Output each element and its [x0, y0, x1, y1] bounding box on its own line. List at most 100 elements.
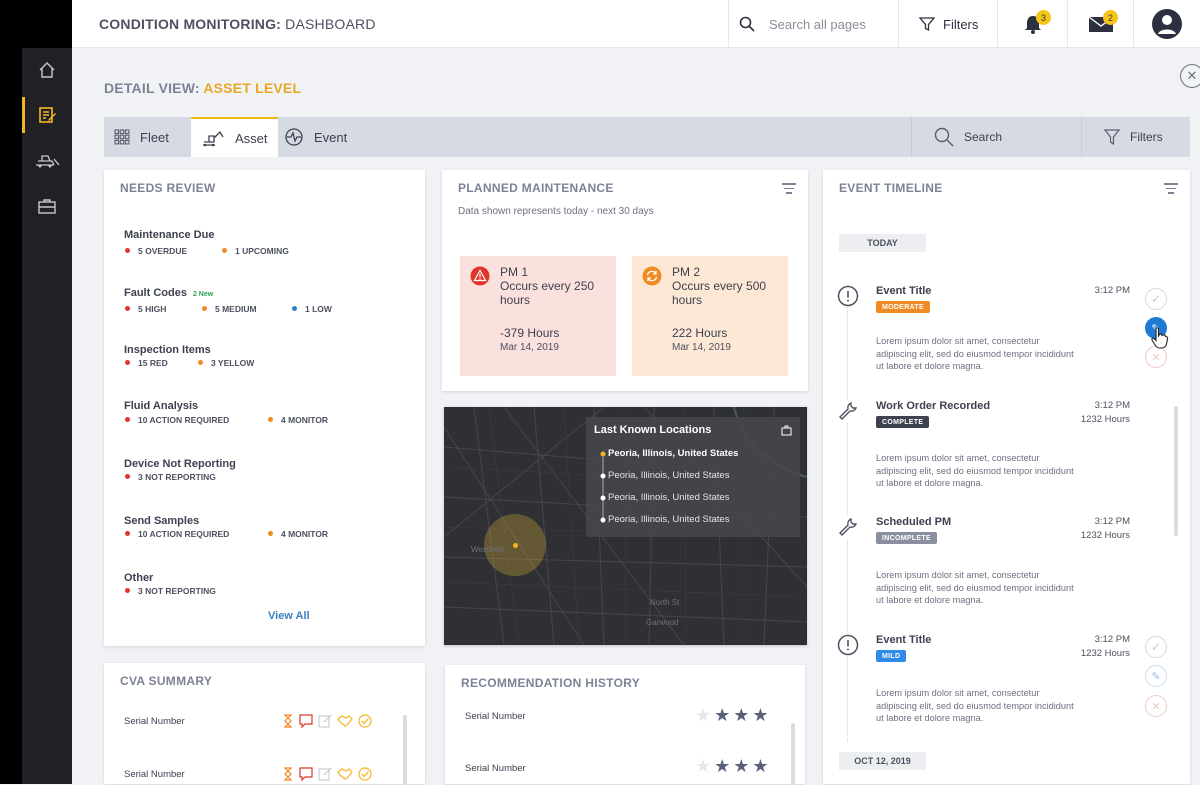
sidebar-item-reports[interactable]: [22, 93, 72, 137]
hourglass-icon: [284, 767, 292, 781]
timeline-scrollbar[interactable]: [1174, 406, 1178, 536]
warning-icon: [470, 266, 490, 291]
date-divider: OCT 12, 2019: [839, 752, 926, 770]
star-icon: ★: [695, 756, 715, 776]
edit-document-icon: [39, 107, 56, 123]
review-stat: 4 MONITOR: [268, 529, 328, 539]
excavator-icon: [201, 129, 225, 147]
search-icon: [739, 16, 755, 32]
location-item[interactable]: Peoria, Illinois, United States: [608, 448, 738, 459]
review-item-maintenance-due[interactable]: Maintenance Due: [124, 225, 214, 243]
check-icon: ✓: [1150, 640, 1162, 654]
star-rating: ★★★★: [695, 756, 772, 777]
tab-asset[interactable]: Asset: [191, 117, 278, 157]
check-icon: ✓: [1150, 292, 1162, 306]
location-item[interactable]: Peoria, Illinois, United States: [608, 492, 729, 503]
serial-number-label: Serial Number: [124, 769, 185, 780]
messages-count-badge: 2: [1103, 10, 1118, 25]
cva-status-icons: [282, 767, 372, 781]
review-item-send-samples[interactable]: Send Samples: [124, 511, 199, 529]
tab-event[interactable]: Event: [278, 117, 378, 157]
notifications-button[interactable]: 3: [997, 0, 1067, 48]
review-item-fluid-analysis[interactable]: Fluid Analysis: [124, 396, 198, 414]
wrench-icon: [837, 516, 859, 538]
approve-button[interactable]: ✓: [1145, 288, 1167, 310]
user-avatar-button[interactable]: [1133, 0, 1200, 48]
needs-review-card: NEEDS REVIEW Maintenance Due 5 OVERDUE 1…: [104, 170, 425, 646]
messages-button[interactable]: 2: [1067, 0, 1133, 48]
card-menu-button[interactable]: [1164, 180, 1178, 197]
comment-icon: [299, 714, 313, 728]
pm-card-1[interactable]: PM 1 Occurs every 250 hours -379 Hours Ma…: [460, 256, 616, 376]
review-item-device-not-reporting[interactable]: Device Not Reporting: [124, 454, 236, 472]
sidebar-item-equipment[interactable]: [22, 138, 72, 182]
approve-button[interactable]: ✓: [1145, 636, 1167, 658]
planned-maintenance-subtitle: Data shown represents today - next 30 da…: [458, 206, 654, 217]
top-header: CONDITION MONITORING: DASHBOARD Search a…: [72, 0, 1200, 48]
cva-scrollbar[interactable]: [403, 715, 407, 785]
grid-icon: [114, 129, 130, 145]
sidebar-item-portfolio[interactable]: [22, 184, 72, 228]
map-label: North St: [650, 598, 680, 607]
review-stat: 3 NOT REPORTING: [125, 472, 216, 482]
view-all-link[interactable]: View All: [268, 610, 310, 622]
left-rail: [0, 0, 22, 784]
check-circle-icon: [358, 767, 372, 781]
card-menu-button[interactable]: [782, 180, 796, 197]
serial-number-label: Serial Number: [465, 711, 526, 722]
needs-review-title: NEEDS REVIEW: [120, 181, 216, 195]
recommendation-history-title: RECOMMENDATION HISTORY: [461, 676, 641, 690]
edit-icon: [318, 767, 332, 781]
star-icon: ★: [733, 705, 753, 725]
expand-icon[interactable]: [781, 423, 792, 441]
hand-pointer-icon: [1151, 327, 1169, 349]
dismiss-button[interactable]: ✕: [1145, 346, 1167, 368]
close-icon: ✕: [1151, 351, 1161, 364]
header-filters-button[interactable]: Filters: [898, 0, 997, 48]
review-item-other[interactable]: Other: [124, 568, 153, 586]
location-item[interactable]: Peoria, Illinois, United States: [608, 514, 729, 525]
review-item-inspection-items[interactable]: Inspection Items: [124, 340, 211, 358]
location-map[interactable]: Westfield Garwood North St Last Known Lo…: [444, 407, 807, 645]
wrench-icon: [837, 400, 859, 422]
alert-circle-icon: [837, 634, 859, 656]
tab-filters-button[interactable]: Filters: [1081, 117, 1190, 157]
star-icon: ★: [695, 705, 715, 725]
review-stat: 3 YELLOW: [198, 358, 254, 368]
status-badge: MILD: [876, 650, 907, 662]
dismiss-button[interactable]: ✕: [1145, 695, 1167, 717]
review-stat: 5 MEDIUM: [202, 304, 257, 314]
cva-summary-card: CVA SUMMARY Serial Number Serial Number: [104, 663, 425, 785]
handshake-icon: [337, 715, 353, 727]
search-placeholder: Search all pages: [769, 16, 866, 32]
edit-button[interactable]: ✎: [1145, 665, 1167, 687]
tab-fleet[interactable]: Fleet: [104, 117, 191, 157]
map-label: Garwood: [646, 618, 679, 627]
comment-icon: [299, 767, 313, 781]
close-icon: ✕: [1186, 68, 1198, 83]
review-stat: 1 UPCOMING: [222, 246, 289, 256]
app-title: CONDITION MONITORING: DASHBOARD: [99, 16, 376, 32]
pm-card-2[interactable]: PM 2 Occurs every 500 hours 222 Hours Mar…: [632, 256, 788, 376]
global-search-input[interactable]: Search all pages: [728, 0, 898, 48]
status-badge: MODERATE: [876, 301, 930, 313]
sidebar-top: [22, 0, 72, 48]
recommendation-scrollbar[interactable]: [791, 723, 795, 785]
edit-icon: [318, 714, 332, 728]
review-item-fault-codes[interactable]: Fault Codes 2 New: [124, 283, 213, 301]
location-marker[interactable]: [513, 543, 518, 548]
planned-maintenance-card: PLANNED MAINTENANCE Data shown represent…: [442, 170, 808, 391]
tab-search-input[interactable]: Search: [911, 117, 1081, 157]
location-item[interactable]: Peoria, Illinois, United States: [608, 470, 729, 481]
sidebar-item-home[interactable]: [22, 48, 72, 92]
serial-number-label: Serial Number: [124, 716, 185, 727]
handshake-icon: [337, 768, 353, 780]
refresh-icon: [642, 266, 662, 291]
star-icon: ★: [733, 756, 753, 776]
review-stat: 5 HIGH: [125, 304, 166, 314]
close-detail-button[interactable]: ✕: [1180, 64, 1200, 88]
today-divider: TODAY: [839, 234, 926, 252]
review-stat: 4 MONITOR: [268, 415, 328, 425]
review-stat: 15 RED: [125, 358, 168, 368]
sidebar: [22, 0, 72, 784]
